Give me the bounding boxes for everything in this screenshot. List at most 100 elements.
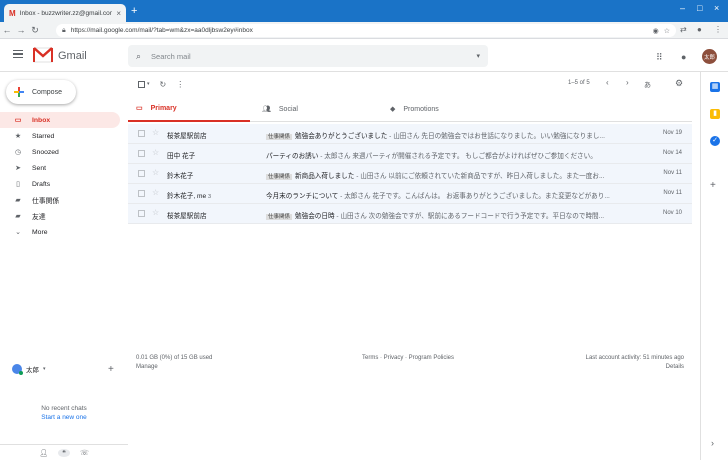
tag-icon: ◆ [390,106,396,113]
email-sender: 鈴木花子 [167,173,194,180]
search-options-icon[interactable]: ▾ [476,52,480,60]
search-input[interactable]: Search mail [151,52,466,61]
sidebar-item-starred[interactable]: ★ Starred [0,128,120,144]
start-new-chat-link[interactable]: Start a new one [0,413,128,422]
browser-menu-icon[interactable]: ⋮ [714,25,722,34]
input-tools-button[interactable]: あ [644,80,651,90]
table-row[interactable]: ☆ 田中 花子 パーティのお誘い - 太郎さん 来週パーティが開催される予定です… [128,144,692,164]
star-icon[interactable]: ☆ [152,168,159,177]
sidebar-item-drafts[interactable]: ▯ Drafts [0,176,120,192]
star-icon[interactable]: ☆ [152,208,159,217]
compose-button[interactable]: Compose [6,80,76,104]
star-icon[interactable]: ☆ [152,188,159,197]
minimize-icon[interactable]: – [680,3,685,13]
view-icon[interactable]: ◉ [653,27,659,35]
gmail-header: Gmail ⌕ Search mail ▾ ⠿ ● [0,40,728,72]
keep-icon[interactable]: ▮ [710,109,720,119]
new-chat-plus-icon[interactable]: + [108,364,114,375]
row-checkbox[interactable] [138,150,145,157]
storage-usage: 0.01 GB (0%) of 15 GB used [136,355,213,361]
maximize-icon[interactable]: □ [697,3,702,13]
table-row[interactable]: ☆ 鈴木花子 仕事関係 新商品入荷しました - 山田さん 以前にご依頼されていた新… [128,164,692,184]
add-addon-plus-icon[interactable]: + [710,180,716,191]
gmail-logo-icon[interactable] [33,47,53,63]
person-icon[interactable]: 👤︎ [39,449,48,457]
draft-icon: ▯ [16,181,20,188]
older-icon[interactable]: ‹ [606,78,609,87]
email-date: Nov 11 [663,170,682,176]
sidebar-item-snoozed[interactable]: ◷ Snoozed [0,144,120,160]
people-icon: 👥︎ [262,106,271,113]
forward-icon[interactable]: → [14,25,28,35]
sidebar-item-label: Starred [32,132,55,140]
select-dropdown-icon[interactable]: ▾ [147,81,150,87]
phone-icon[interactable]: ☏ [80,449,89,457]
sidebar-item-more[interactable]: ⌄ More [0,224,120,240]
profile-icon[interactable]: ● [697,25,702,34]
sidebar-item-sent[interactable]: ➤ Sent [0,160,120,176]
tasks-icon[interactable]: ✓ [710,136,720,146]
sidebar-item-label: 仕事関係 [32,198,60,205]
email-date: Nov 14 [662,150,682,156]
account-avatar[interactable]: 太郎 [702,49,717,64]
row-checkbox[interactable] [138,130,145,137]
tab-promotions[interactable]: ◆ Promotions [382,96,508,122]
label-chip: 仕事関係 [266,174,293,180]
sidebar-item-label: 友達 [32,214,46,221]
star-icon[interactable]: ☆ [152,148,159,157]
star-icon[interactable]: ☆ [152,128,159,137]
email-snippet: - 太郎さん 花子です。こんばんは。 お返事ありがとうございました。また変更など… [338,193,610,200]
browser-tab-strip: M Inbox - buzzwriter.zz@gmail.com × + – … [0,0,728,22]
hangouts-user[interactable]: 太郎 ▾ [12,364,46,375]
manage-storage-link[interactable]: Manage [136,363,212,372]
bookmark-star-icon[interactable]: ☆ [664,27,670,35]
expand-panel-icon[interactable]: › [711,438,714,448]
sidebar-item-label: Drafts [32,180,51,188]
terms-links[interactable]: Terms · Privacy · Program Policies [362,354,454,363]
reload-icon[interactable]: ↻ [28,25,42,36]
refresh-icon[interactable]: ↻ [160,80,167,89]
sidebar-item-friends-label[interactable]: ▰ 友達 [0,208,120,224]
browser-toolbar: ← → ↻ 🔒︎ https://mail.google.com/mail/?t… [0,22,728,39]
compose-label: Compose [32,88,62,96]
sidebar-item-label: Snoozed [32,148,59,156]
translate-icon[interactable]: ⇄ [680,25,687,34]
calendar-icon[interactable]: ▦ [710,82,720,92]
hangouts-icon[interactable]: ❝ [58,448,71,457]
search-bar[interactable]: ⌕ Search mail ▾ [128,45,488,67]
address-bar[interactable]: 🔒︎ https://mail.google.com/mail/?tab=wm&… [56,24,676,37]
row-checkbox[interactable] [138,210,145,217]
sidebar-item-inbox[interactable]: ▭ Inbox [0,112,120,128]
email-subject-line: 仕事関係 勉強会ありがとうございました - 山田さん 先日の勉強会ではお世話になり… [266,130,634,140]
table-row[interactable]: ☆ 桜茶屋駅前店 仕事関係 勉強会の日時 - 山田さん 次の勉強会ですが、駅前にあ… [128,204,692,224]
sidebar-nav: ▭ Inbox ★ Starred ◷ Snoozed ➤ Sent ▯ Drafts ▰… [0,112,120,240]
row-checkbox[interactable] [138,170,145,177]
tab-primary[interactable]: ▭ Primary [128,96,250,122]
apps-grid-icon[interactable]: ⠿ [656,52,663,63]
row-checkbox[interactable] [138,190,145,197]
search-icon[interactable]: ⌕ [136,51,141,62]
more-options-icon[interactable]: ⋮ [176,80,184,89]
chevron-down-icon: ⌄ [15,229,21,236]
main-menu-icon[interactable] [13,50,23,58]
back-icon[interactable]: ← [0,25,14,35]
newer-icon[interactable]: › [626,78,629,87]
inbox-icon: ▭ [14,117,22,124]
email-date: Nov 11 [663,190,682,196]
select-all-checkbox[interactable] [138,80,145,88]
browser-tab[interactable]: M Inbox - buzzwriter.zz@gmail.com × [4,4,126,22]
new-tab-button[interactable]: + [131,5,137,17]
close-window-icon[interactable]: × [714,3,719,13]
settings-gear-icon[interactable]: ⚙ [675,78,683,89]
table-row[interactable]: ☆ 鈴木花子, me 3 今月末のランチについて - 太郎さん 花子です。こんば… [128,184,692,204]
close-tab-icon[interactable]: × [116,9,121,18]
sidebar: Compose ▭ Inbox ★ Starred ◷ Snoozed ➤ Sent ▯… [0,72,128,460]
notifications-icon[interactable]: ● [681,52,686,62]
hangouts-username: 太郎 [26,367,39,374]
email-snippet: - 山田さん 以前にご依頼されていた新商品ですが、昨日入荷しました。また一度お.… [354,173,605,180]
thread-count: 3 [208,194,212,200]
table-row[interactable]: ☆ 桜茶屋駅前店 仕事関係 勉強会ありがとうございました - 山田さん 先日の勉強… [128,124,692,144]
activity-details-link[interactable]: Details [586,363,684,372]
sidebar-item-work-label[interactable]: ▰ 仕事関係 [0,192,120,208]
tab-social[interactable]: 👥︎ Social [254,96,380,122]
